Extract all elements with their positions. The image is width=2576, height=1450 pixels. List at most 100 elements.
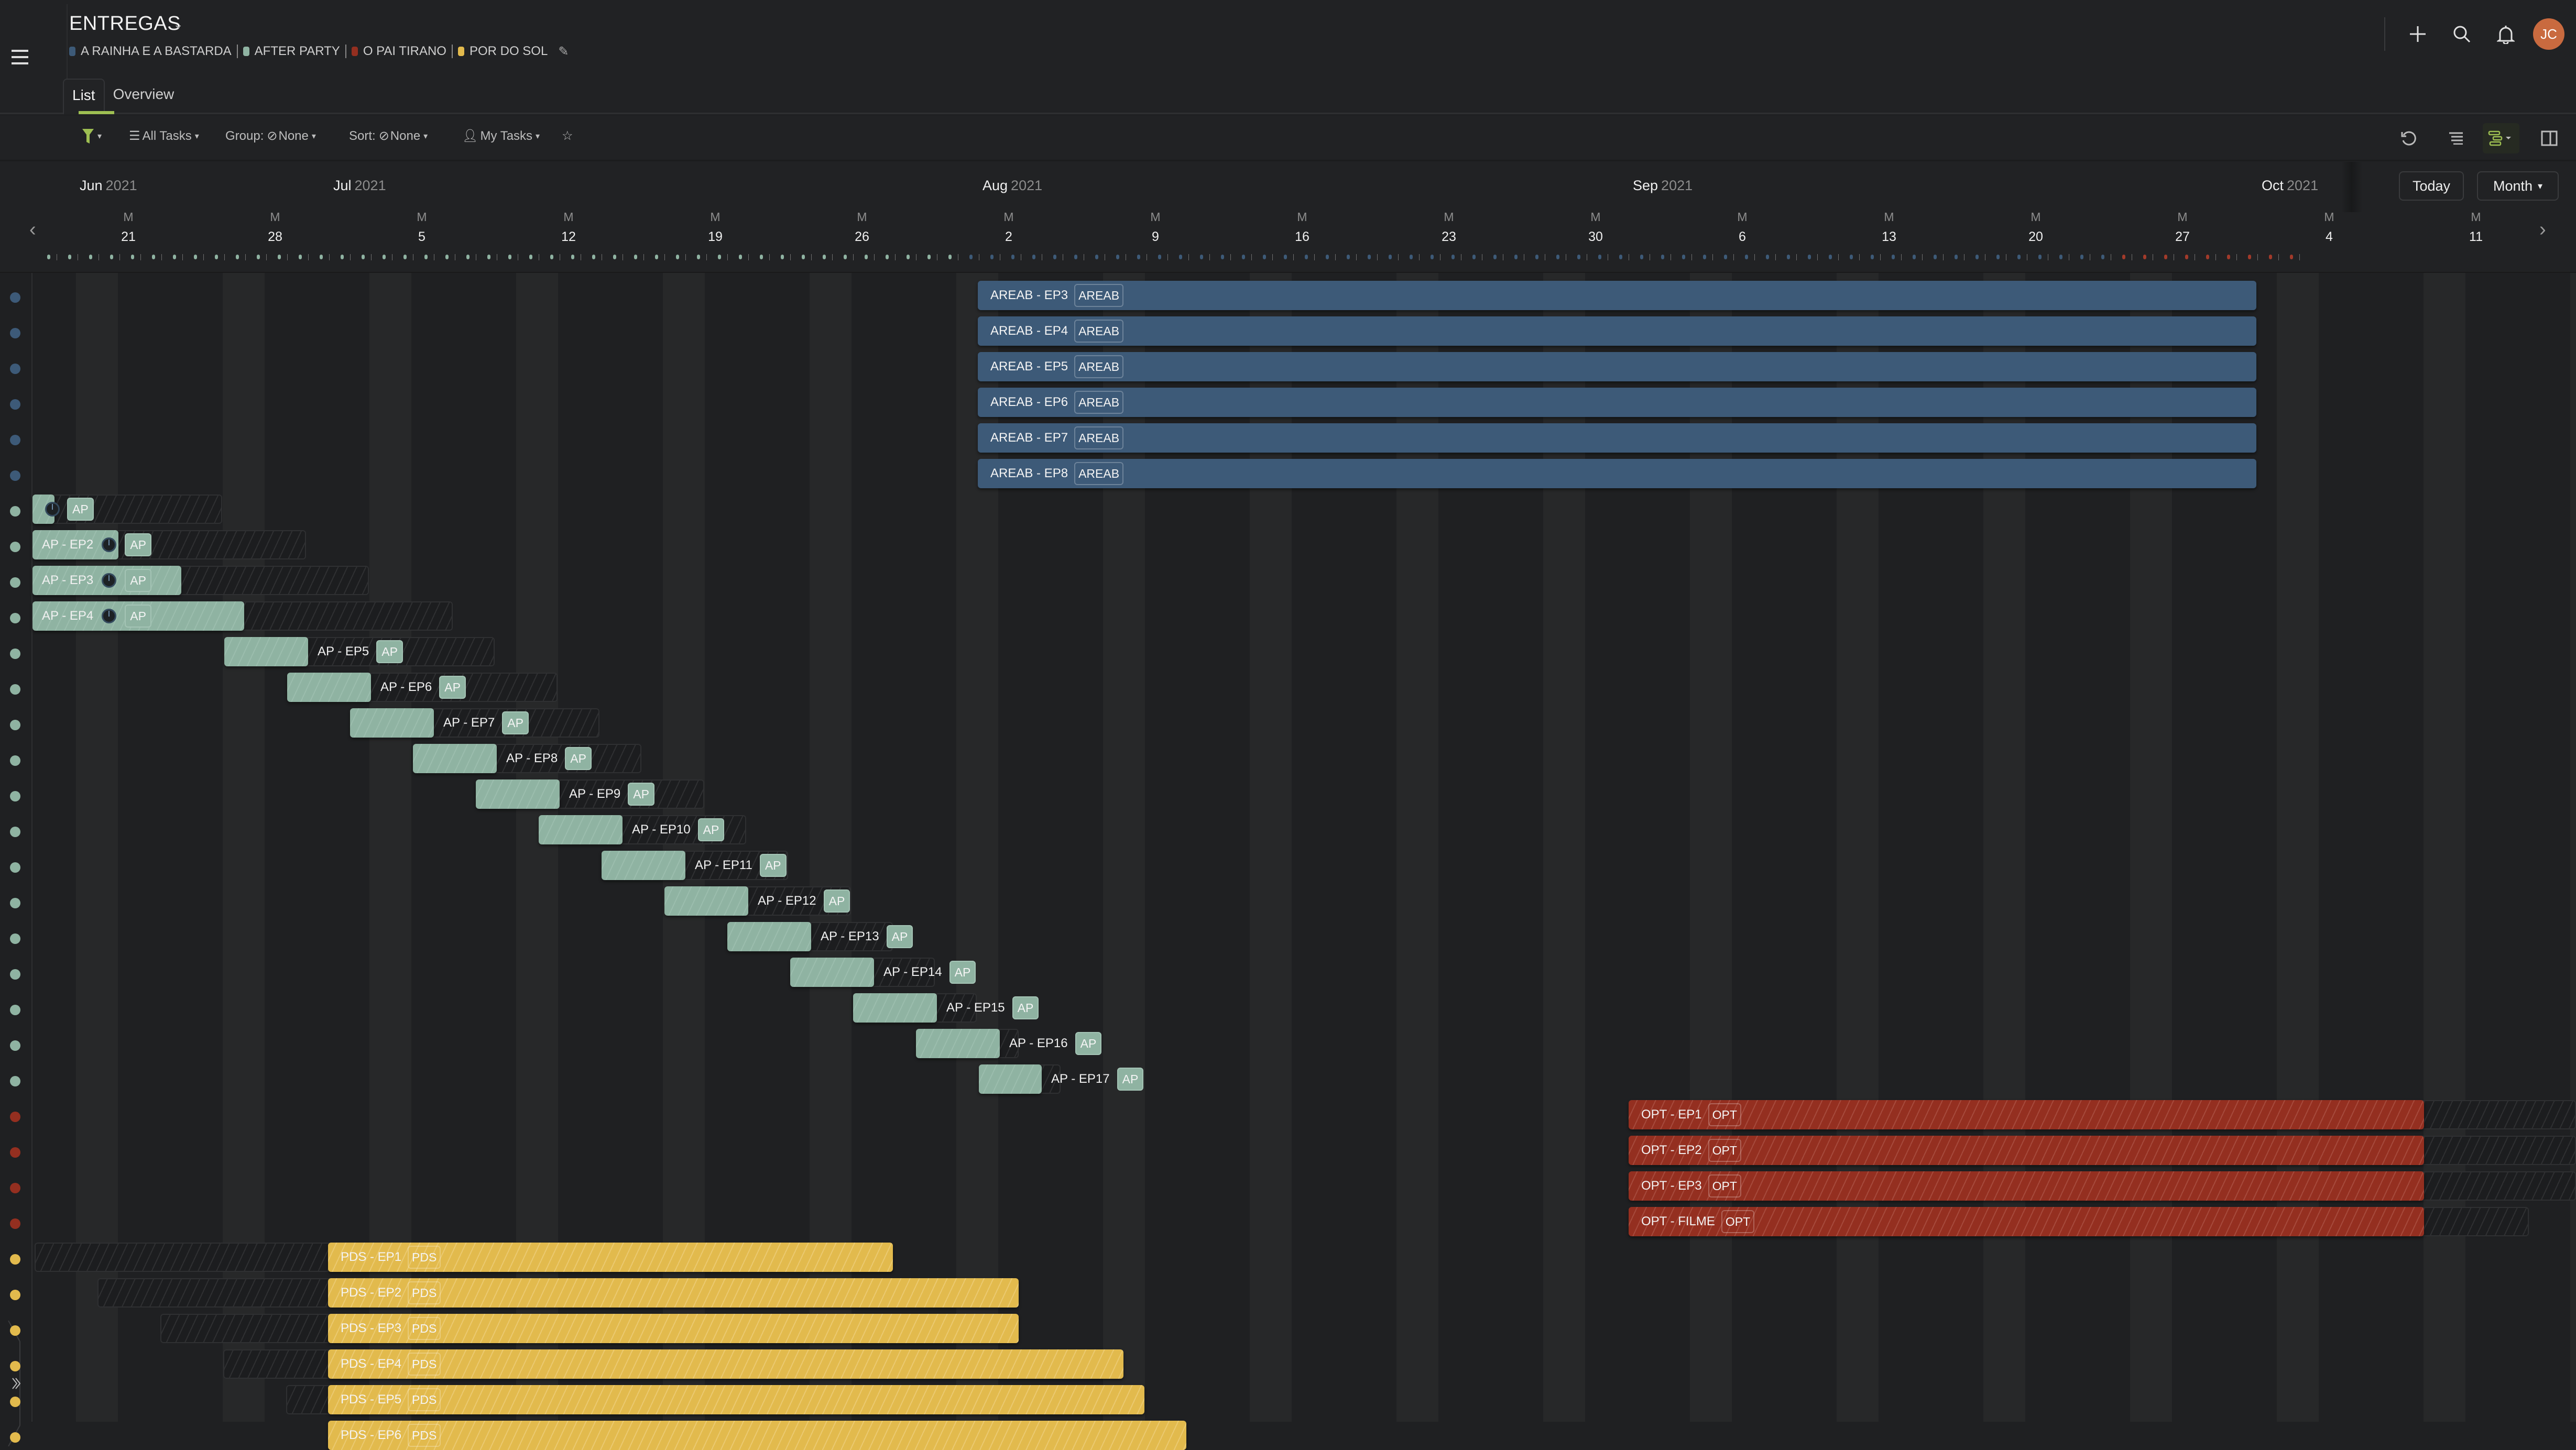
- row-status-dot[interactable]: [10, 1325, 20, 1336]
- next-arrow-icon[interactable]: ›: [2539, 218, 2546, 241]
- row-status-dot[interactable]: [10, 328, 20, 338]
- task-bar[interactable]: [413, 744, 497, 773]
- task-bar[interactable]: [853, 993, 937, 1023]
- task-bar[interactable]: [727, 922, 811, 951]
- row-status-dot[interactable]: [10, 969, 20, 980]
- task-bar[interactable]: AREAB - EP7 AREAB: [978, 423, 2256, 453]
- avatar[interactable]: JC: [2533, 18, 2564, 50]
- task-bar[interactable]: [664, 886, 748, 916]
- task-bar[interactable]: [224, 637, 308, 666]
- row-status-dot[interactable]: [10, 577, 20, 588]
- row-status-dot[interactable]: [10, 791, 20, 801]
- row-status-dot[interactable]: [10, 1147, 20, 1158]
- legend-item-pds[interactable]: POR DO SOL: [457, 44, 548, 59]
- row-status-dot[interactable]: [10, 470, 20, 481]
- row-status-dot[interactable]: [10, 506, 20, 517]
- task-bar[interactable]: [287, 673, 371, 702]
- row-status-dot[interactable]: [10, 755, 20, 766]
- row-status-dot[interactable]: [10, 1254, 20, 1265]
- task-bar[interactable]: [350, 708, 434, 738]
- task-bar[interactable]: PDS - EP1 PDS: [328, 1243, 893, 1272]
- row-status-dot[interactable]: [10, 1005, 20, 1015]
- row-status-dot[interactable]: [10, 827, 20, 837]
- task-bar[interactable]: [539, 815, 623, 844]
- row-status-dot[interactable]: [10, 684, 20, 695]
- row-status-dot[interactable]: [10, 1361, 20, 1371]
- group-dropdown[interactable]: Group: ⊘ None ▾: [225, 128, 316, 144]
- day-tick: [182, 254, 183, 260]
- row-status-dot[interactable]: [10, 898, 20, 908]
- expand-sidebar-button[interactable]: [7, 1320, 30, 1447]
- search-icon[interactable]: [2440, 12, 2484, 56]
- row-status-dot[interactable]: [10, 1290, 20, 1300]
- row-status-dot[interactable]: [10, 399, 20, 410]
- project-title[interactable]: ENTREGAS: [69, 13, 181, 35]
- row-status-dot[interactable]: [10, 1112, 20, 1122]
- list-align-icon[interactable]: [2438, 123, 2474, 153]
- task-bar[interactable]: PDS - EP5 PDS: [328, 1385, 1144, 1414]
- caret-icon: ▾: [311, 131, 316, 141]
- task-name: OPT - FILME: [1641, 1214, 1715, 1228]
- task-bar[interactable]: [916, 1029, 1000, 1058]
- project-tag: PDS: [408, 1281, 441, 1304]
- bell-icon[interactable]: [2484, 12, 2528, 56]
- task-bar[interactable]: PDS - EP6 PDS: [328, 1421, 1186, 1450]
- row-status-dot[interactable]: [10, 542, 20, 552]
- split-panel-icon[interactable]: [2531, 123, 2568, 153]
- tab-overview[interactable]: Overview: [105, 79, 183, 114]
- task-bar[interactable]: AREAB - EP5 AREAB: [978, 352, 2256, 381]
- legend-item-areab[interactable]: A RAINHA E A BASTARDA: [69, 44, 232, 59]
- task-bar[interactable]: AREAB - EP4 AREAB: [978, 316, 2256, 346]
- task-bar[interactable]: [790, 958, 874, 987]
- row-status-dot[interactable]: [10, 292, 20, 303]
- task-bar[interactable]: PDS - EP4 PDS: [328, 1349, 1123, 1379]
- task-bar[interactable]: AREAB - EP3 AREAB: [978, 281, 2256, 310]
- task-bar[interactable]: [602, 851, 685, 880]
- task-bar[interactable]: OPT - EP3 OPT: [1629, 1171, 2424, 1201]
- row-status-dot[interactable]: [10, 933, 20, 944]
- day-tick: [1419, 254, 1420, 260]
- my-tasks-dropdown[interactable]: 👤︎ My Tasks ▾: [462, 128, 540, 144]
- task-bar[interactable]: OPT - EP1 OPT: [1629, 1100, 2424, 1129]
- task-bar[interactable]: PDS - EP2 PDS: [328, 1278, 1019, 1308]
- gantt-view-dropdown[interactable]: [2483, 123, 2519, 153]
- task-bar[interactable]: PDS - EP3 PDS: [328, 1314, 1019, 1343]
- row-status-dot[interactable]: [10, 1183, 20, 1193]
- pencil-edit-icon[interactable]: ✎: [558, 44, 569, 59]
- tab-list[interactable]: List: [63, 79, 114, 114]
- day-tick: [685, 254, 686, 260]
- row-status-dot[interactable]: [10, 1397, 20, 1407]
- scale-dropdown[interactable]: Month ▾: [2477, 171, 2559, 201]
- all-tasks-dropdown[interactable]: ☰ All Tasks ▾: [129, 128, 199, 144]
- task-bar[interactable]: [476, 779, 560, 809]
- weekday-letter: M: [2324, 210, 2334, 224]
- row-status-dot[interactable]: [10, 649, 20, 659]
- star-icon[interactable]: ☆: [562, 128, 573, 144]
- plus-icon[interactable]: [2396, 12, 2440, 56]
- row-status-dot[interactable]: [10, 613, 20, 623]
- refresh-icon[interactable]: [2391, 123, 2427, 153]
- row-status-dot[interactable]: [10, 862, 20, 873]
- week-label: M 20: [2020, 210, 2051, 245]
- today-button[interactable]: Today: [2399, 171, 2464, 201]
- task-bar[interactable]: [979, 1064, 1042, 1094]
- hamburger-menu-icon[interactable]: [12, 50, 32, 67]
- task-bar[interactable]: OPT - FILME OPT: [1629, 1207, 2424, 1236]
- chevron-down-icon[interactable]: ⌄: [173, 17, 183, 32]
- prev-arrow-icon[interactable]: ‹: [29, 218, 36, 241]
- legend-item-opt[interactable]: O PAI TIRANO: [351, 44, 446, 59]
- legend-item-ap[interactable]: AFTER PARTY: [243, 44, 340, 59]
- row-status-dot[interactable]: [10, 1040, 20, 1051]
- task-bar[interactable]: OPT - EP2 OPT: [1629, 1136, 2424, 1165]
- filter-button[interactable]: ▾: [82, 128, 102, 144]
- row-status-dot[interactable]: [10, 364, 20, 374]
- row-status-dot[interactable]: [10, 720, 20, 730]
- task-bar[interactable]: AREAB - EP6 AREAB: [978, 388, 2256, 417]
- row-status-dot[interactable]: [10, 1076, 20, 1086]
- row-status-dot[interactable]: [10, 435, 20, 445]
- sort-dropdown[interactable]: Sort: ⊘ None ▾: [349, 128, 428, 144]
- row-status-dot[interactable]: [10, 1432, 20, 1443]
- row-status-dot[interactable]: [10, 1218, 20, 1229]
- task-bar[interactable]: AREAB - EP8 AREAB: [978, 459, 2256, 488]
- day-tick: [895, 254, 896, 260]
